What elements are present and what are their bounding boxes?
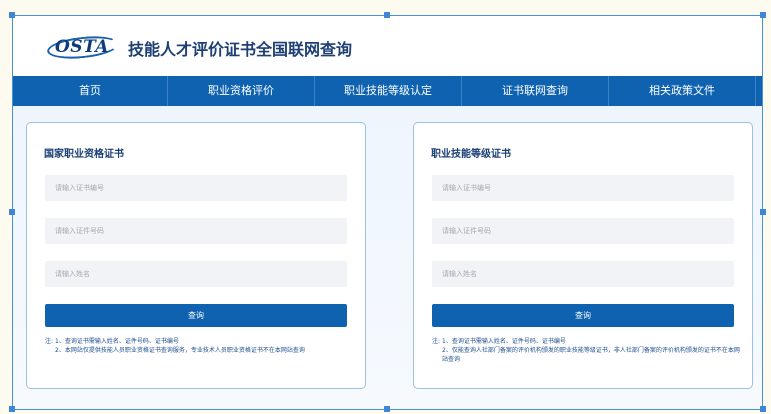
query-button[interactable]: 查询 — [45, 304, 347, 327]
id-number-input[interactable] — [45, 218, 347, 244]
note-item: 2、本网站仅提供技能人员职业资格证书查询服务，专业技术人员职业资格证书不在本网站… — [55, 347, 305, 354]
query-button[interactable]: 查询 — [432, 304, 734, 327]
resize-handle[interactable] — [384, 12, 390, 18]
note-item: 1、查询证书需输入姓名、证件号码、证书编号 — [442, 338, 566, 345]
resize-handle[interactable] — [760, 209, 766, 215]
logo-text: OSTA — [55, 37, 109, 57]
resize-handle[interactable] — [9, 12, 15, 18]
osta-logo[interactable]: OSTA — [45, 33, 120, 62]
nav-item-policy-documents[interactable]: 相关政策文件 — [609, 76, 756, 106]
nav-item-home[interactable]: 首页 — [13, 76, 168, 106]
name-input[interactable] — [432, 261, 734, 287]
resize-handle[interactable] — [384, 406, 390, 412]
qualification-certificate-card: 国家职业资格证书 查询 注: 1、查询证书需输入姓名、证件号码、证书编号 2、本… — [26, 122, 366, 389]
page-frame: OSTA 技能人才评价证书全国联网查询 首页 职业资格评价 职业技能等级认定 证… — [12, 15, 763, 410]
note-item: 2、仅能查询人社部门备案的评价机构颁发的职业技能等级证书，非人社部门备案的评价机… — [442, 347, 740, 363]
resize-handle[interactable] — [760, 406, 766, 412]
resize-handle[interactable] — [9, 209, 15, 215]
notes: 注: 1、查询证书需输入姓名、证件号码、证书编号 2、仅能查询人社部门备案的评价… — [432, 337, 742, 364]
notes: 注: 1、查询证书需输入姓名、证件号码、证书编号 2、本网站仅提供技能人员职业资… — [45, 337, 355, 355]
certificate-number-input[interactable] — [432, 175, 734, 201]
id-number-input[interactable] — [432, 218, 734, 244]
site-header: OSTA 技能人才评价证书全国联网查询 — [13, 16, 762, 76]
certificate-number-input[interactable] — [45, 175, 347, 201]
nav-item-qualification-evaluation[interactable]: 职业资格评价 — [168, 76, 315, 106]
card-title: 职业技能等级证书 — [431, 149, 511, 160]
nav-item-certificate-query[interactable]: 证书联网查询 — [462, 76, 609, 106]
note-label: 注: — [432, 338, 441, 345]
main-content: 国家职业资格证书 查询 注: 1、查询证书需输入姓名、证件号码、证书编号 2、本… — [13, 106, 762, 409]
name-input[interactable] — [45, 261, 347, 287]
note-item: 1、查询证书需输入姓名、证件号码、证书编号 — [55, 338, 179, 345]
skill-level-certificate-card: 职业技能等级证书 查询 注: 1、查询证书需输入姓名、证件号码、证书编号 2、仅… — [413, 122, 753, 389]
note-label: 注: — [45, 338, 54, 345]
site-title: 技能人才评价证书全国联网查询 — [128, 40, 353, 59]
resize-handle[interactable] — [9, 406, 15, 412]
main-nav: 首页 职业资格评价 职业技能等级认定 证书联网查询 相关政策文件 — [13, 76, 762, 106]
nav-item-skill-level-certification[interactable]: 职业技能等级认定 — [315, 76, 462, 106]
resize-handle[interactable] — [760, 12, 766, 18]
card-title: 国家职业资格证书 — [44, 149, 124, 160]
